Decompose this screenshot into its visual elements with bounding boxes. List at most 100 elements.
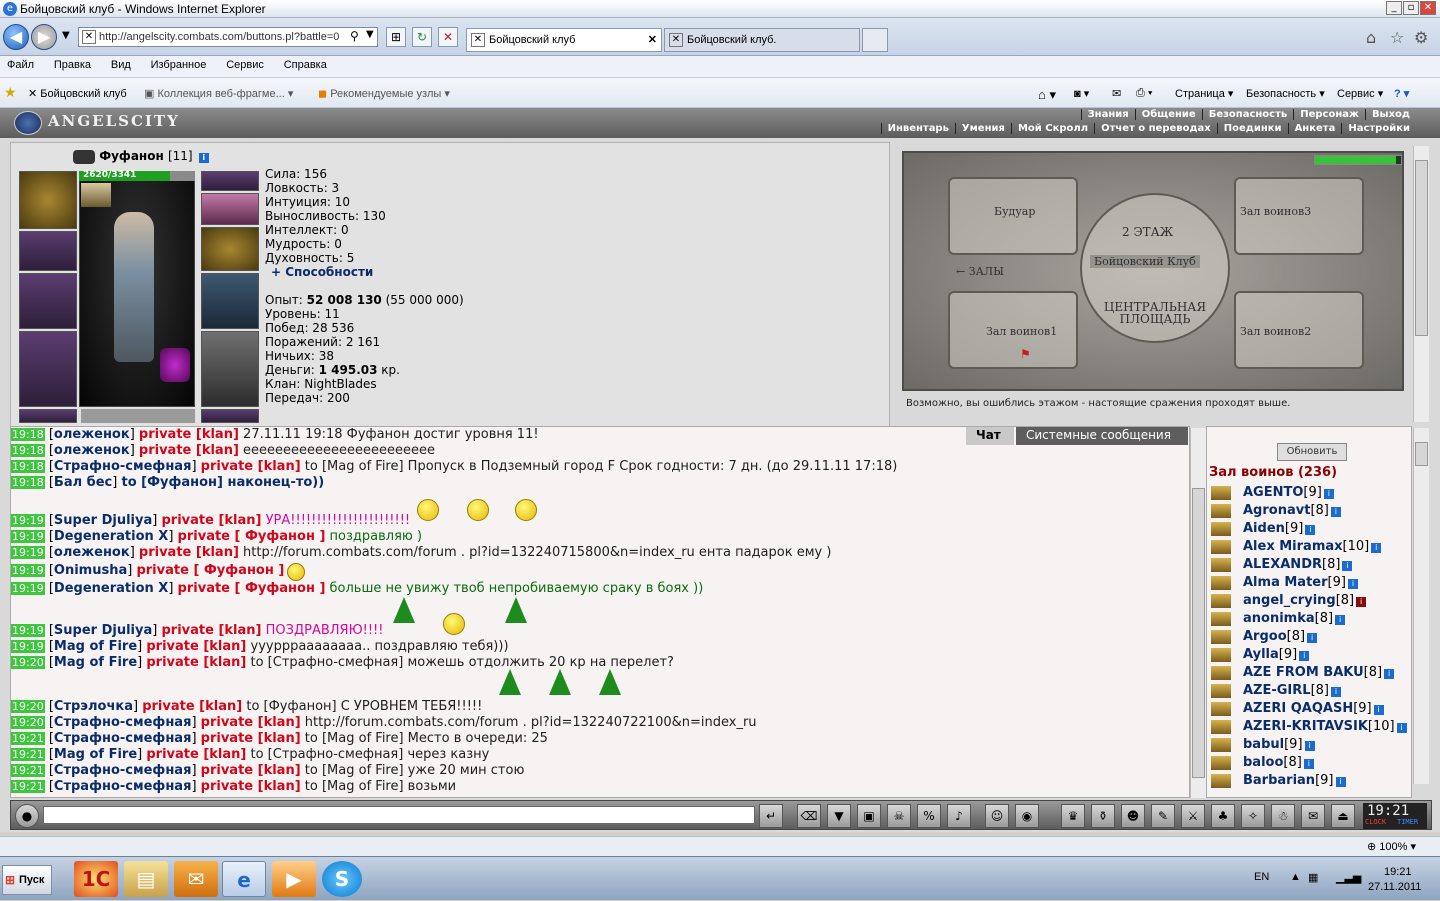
mask-icon[interactable]: ☻	[1121, 804, 1145, 828]
tray-arrow-icon[interactable]: ▲	[1290, 871, 1301, 883]
private-message-icon[interactable]	[1211, 701, 1231, 716]
refresh-button[interactable]: Обновить	[1277, 443, 1347, 461]
abilities-link[interactable]: + Способности	[265, 265, 464, 279]
close-button[interactable]: ✕	[1420, 1, 1436, 15]
exit-icon[interactable]: ⏏	[1331, 804, 1355, 828]
chat-nick[interactable]: Бал бес	[54, 475, 112, 490]
private-message-icon[interactable]	[1211, 521, 1231, 536]
info-icon[interactable]: i	[1299, 651, 1310, 661]
chat-nick[interactable]: олеженок	[54, 427, 130, 442]
player-item[interactable]: Alma Mater[9] i	[1211, 575, 1358, 590]
chat-private-tag[interactable]: private [klan]	[139, 545, 239, 560]
info-icon[interactable]: i	[1323, 489, 1334, 499]
scroll-icon[interactable]: ✎	[1151, 804, 1175, 828]
halls-label[interactable]: ← ЗАЛЫ	[956, 265, 1004, 278]
back-icon[interactable]: ◀	[3, 24, 29, 50]
new-tab-button[interactable]	[862, 28, 888, 52]
team-icon[interactable]: ⚔	[1181, 804, 1205, 828]
menu-file[interactable]: Файл	[0, 56, 43, 71]
chat-private-tag[interactable]: private [klan]	[201, 715, 301, 730]
info-icon[interactable]: i	[1331, 687, 1341, 697]
chat-private-tag[interactable]: private [klan]	[201, 459, 301, 474]
chat-timestamp[interactable]: 19:21	[11, 732, 45, 745]
menu-profile[interactable]: Анкета	[1287, 123, 1342, 134]
chat-timestamp[interactable]: 19:18	[11, 444, 45, 457]
info-icon[interactable]: i	[1335, 615, 1346, 625]
chat-timestamp[interactable]: 19:19	[11, 514, 45, 527]
internet-explorer-icon[interactable]: e	[222, 861, 266, 897]
chat-private-tag[interactable]: private [klan]	[146, 747, 246, 762]
minimize-button[interactable]: _	[1386, 1, 1402, 15]
private-message-icon[interactable]	[1211, 503, 1231, 518]
chat-nick[interactable]: Onimusha	[54, 563, 127, 578]
info-icon[interactable]: i	[198, 153, 209, 163]
info-icon[interactable]: i	[1384, 669, 1395, 679]
private-message-icon[interactable]	[1211, 593, 1231, 608]
chat-nick[interactable]: Страфно-смефная	[54, 763, 192, 778]
chat-scrollbar[interactable]	[1190, 428, 1206, 798]
player-item[interactable]: babul[9] i	[1211, 737, 1315, 752]
info-icon[interactable]: i	[1303, 759, 1314, 769]
smiles-icon[interactable]: ☺	[985, 804, 1009, 828]
percent-icon[interactable]: %	[917, 804, 941, 828]
player-name[interactable]: AZE FROM BAKU	[1243, 665, 1364, 680]
cmd-page[interactable]: Страница ▾	[1175, 87, 1233, 100]
chat-private-tag[interactable]: private [ Фуфанон ]	[178, 581, 326, 596]
player-name[interactable]: Argoo	[1243, 629, 1287, 644]
player-item[interactable]: ALEXANDR[8] i	[1211, 557, 1353, 572]
character-name[interactable]: Фуфанон [11] i	[73, 149, 209, 164]
menu-skills[interactable]: Умения	[954, 123, 1011, 134]
address-dropdown-icon[interactable]: ▼	[366, 29, 374, 40]
info-icon[interactable]: i	[1305, 525, 1316, 535]
home-icon[interactable]: ⌂ ▾	[1038, 87, 1056, 103]
menu-transfer-report[interactable]: Отчет о переводах	[1094, 123, 1217, 134]
player-name[interactable]: AZE-GIRL	[1243, 683, 1311, 698]
private-message-icon[interactable]	[1211, 665, 1231, 680]
chat-nick[interactable]: Страфно-смефная	[54, 779, 192, 794]
refresh-icon[interactable]: ↻	[412, 27, 432, 47]
mail-icon[interactable]: ✉	[1112, 87, 1121, 100]
chat-nick[interactable]: Mag of Fire	[54, 655, 137, 670]
address-bar[interactable]: http://angelscity.combats.com/buttons.pl…	[78, 27, 378, 47]
network-icon[interactable]: ▦	[1308, 871, 1318, 884]
player-name[interactable]: Agronavt	[1243, 503, 1310, 518]
magic-icon[interactable]: ✧	[1241, 804, 1265, 828]
slot-amulet[interactable]	[81, 183, 111, 207]
chat-private-tag[interactable]: private [ Фуфанон ]	[178, 529, 326, 544]
cmd-security[interactable]: Безопасность ▾	[1246, 87, 1325, 100]
player-item[interactable]: angel_crying[8] i	[1211, 593, 1367, 608]
player-name[interactable]: Aylla	[1243, 647, 1279, 662]
player-name[interactable]: baloo	[1243, 755, 1283, 770]
private-message-icon[interactable]	[1211, 485, 1231, 500]
slot-earrings[interactable]	[201, 171, 259, 191]
zoom-control[interactable]: ⊕ 100% ▾	[1367, 840, 1416, 853]
chat-nick[interactable]: олеженок	[54, 443, 130, 458]
info-icon[interactable]: i	[1373, 705, 1384, 715]
tray-time[interactable]: 19:21	[1384, 866, 1412, 878]
player-name[interactable]: Barbarian	[1243, 773, 1315, 788]
language-indicator[interactable]: EN	[1254, 871, 1269, 883]
send-icon[interactable]: ↵	[759, 804, 783, 828]
info-icon[interactable]: i	[1330, 507, 1341, 517]
player-item[interactable]: Alex Miramax[10] i	[1211, 539, 1382, 554]
save-icon[interactable]: ▣	[857, 804, 881, 828]
info-icon[interactable]: i	[1371, 543, 1382, 553]
chat-private-tag[interactable]: private [klan]	[201, 763, 301, 778]
chat-timestamp[interactable]: 19:19	[11, 530, 45, 543]
favorites-star-icon[interactable]: ★	[4, 84, 17, 101]
chat-private-tag[interactable]: private [klan]	[139, 443, 239, 458]
tray-date[interactable]: 27.11.2011	[1368, 881, 1421, 893]
skype-icon[interactable]: S	[322, 861, 362, 897]
slot-extra[interactable]	[201, 409, 259, 423]
slot-bracers[interactable]	[19, 231, 77, 271]
chat-nick[interactable]: Super Djuliya	[54, 513, 152, 528]
player-item[interactable]: AGENTO[9] i	[1211, 485, 1334, 500]
chat-nick[interactable]: Super Djuliya	[54, 623, 152, 638]
info-icon[interactable]: i	[1347, 579, 1358, 589]
player-name[interactable]: Aiden	[1243, 521, 1285, 536]
tab-combats-2[interactable]: ✕ Бойцовский клуб.	[664, 28, 860, 52]
tab-chat[interactable]: Чат	[966, 427, 1014, 445]
private-message-icon[interactable]	[1211, 575, 1231, 590]
player-item[interactable]: Aylla[9] i	[1211, 647, 1310, 662]
chat-timestamp[interactable]: 19:21	[11, 780, 45, 793]
